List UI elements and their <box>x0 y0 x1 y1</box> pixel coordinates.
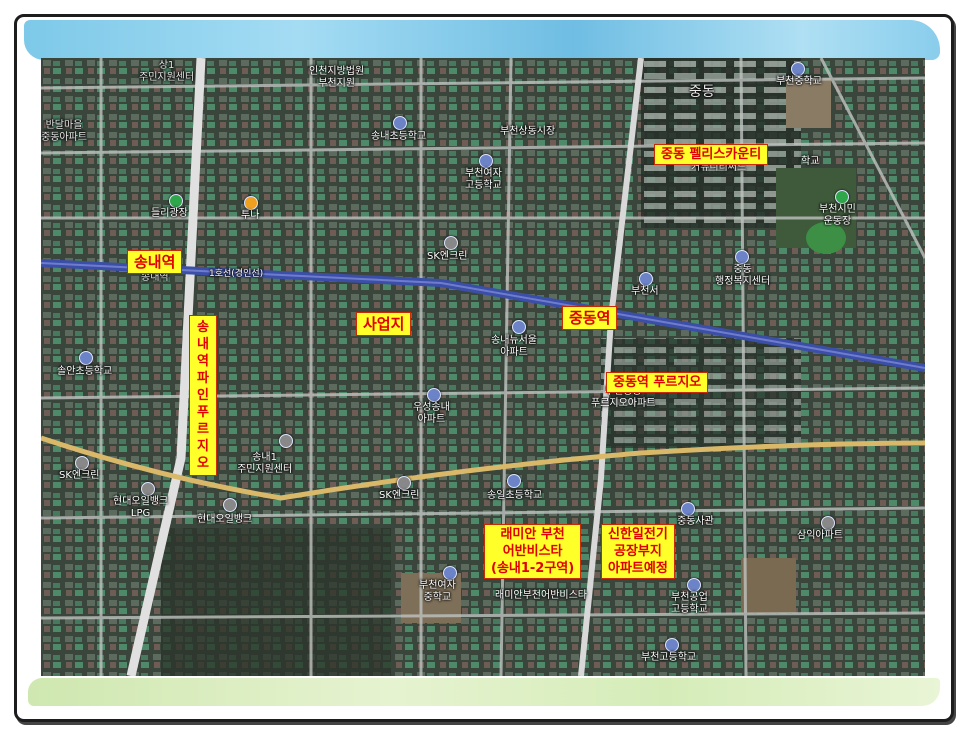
label-songnae1-center: 송내1 주민지원센터 <box>237 452 293 475</box>
label-sk-enclean-3: SK엔크린 <box>379 490 420 501</box>
label-sang1-center: 상1 주민지원센터 <box>139 60 195 83</box>
gas-station-pin-icon <box>75 456 89 470</box>
label-jungdong-admin: 중동 행정복지센터 <box>715 264 771 287</box>
label-samik-apt: 삼익아파트 <box>797 530 843 541</box>
school-pin-icon <box>443 566 457 580</box>
callout-songnae-station[interactable]: 송내역 <box>127 250 183 274</box>
label-woosung-songnae: 우성송내 아파트 <box>413 402 450 425</box>
label-sangdong-market: 부천상동시장 <box>500 126 556 137</box>
office-pin-icon <box>735 250 749 264</box>
school-pin-icon <box>393 116 407 130</box>
label-songan-elem: 솔안초등학교 <box>57 366 113 377</box>
satellite-map[interactable]: 상1 주민지원센터 인천지방법원 부천지원 반달마을 중동아파트 송내초등학교 … <box>41 58 925 676</box>
school-pin-icon <box>79 351 93 365</box>
callout-jungdong-prugio[interactable]: 중동역 푸르지오 <box>606 372 709 393</box>
school-pin-icon <box>687 578 701 592</box>
gas-station-pin-icon <box>141 482 155 496</box>
apartment-pin-icon <box>821 516 835 530</box>
label-bucheon-high: 부천고등학교 <box>641 652 697 663</box>
school-pin-icon <box>507 474 521 488</box>
callout-jungdong-station[interactable]: 중동역 <box>562 306 618 330</box>
label-jungdong-school: 학교 <box>801 156 820 167</box>
label-bucheonseo: 부천서 <box>631 286 659 297</box>
label-bucheon-tech-high: 부천공업 고등학교 <box>671 592 708 615</box>
label-bucheon-girls-mid: 부천여자 중학교 <box>419 580 456 603</box>
label-jungdong: 중동 <box>689 84 715 100</box>
building-pin-icon <box>681 502 695 516</box>
label-songnae-newseoul: 송내뉴서울 아파트 <box>491 335 537 358</box>
police-pin-icon <box>639 272 653 286</box>
label-bucheon-girls-high: 부천여자 고등학교 <box>465 168 502 191</box>
label-sk-enclean-2: SK엔크린 <box>59 470 100 481</box>
school-pin-icon <box>479 154 493 168</box>
label-raemian-small: 래미안부천어반비스타 <box>495 590 587 601</box>
label-incheon-court: 인천지방법원 부천지원 <box>309 66 365 89</box>
callout-songnae-prugio[interactable]: 송 내 역 파 인 푸 르 지 오 <box>189 315 217 476</box>
park-pin-icon <box>169 194 183 208</box>
label-jung-building: 중동사관 <box>677 516 714 527</box>
apartment-pin-icon <box>427 388 441 402</box>
callout-raemian[interactable]: 래미안 부천 어반비스타 (송내1-2구역) <box>484 524 582 579</box>
callout-saeopji[interactable]: 사업지 <box>356 312 412 336</box>
stadium-pin-icon <box>835 190 849 204</box>
label-citizen-stadium: 부천시민 운동장 <box>819 204 856 227</box>
gas-station-pin-icon <box>397 476 411 490</box>
top-brush-stroke <box>24 20 940 60</box>
label-sk-enclean-1: SK엔크린 <box>427 251 468 262</box>
callout-shinhan[interactable]: 신한일전기 공장부지 아파트예정 <box>601 524 675 579</box>
map-background <box>41 58 925 676</box>
label-banhamaeul: 반달마을 중동아파트 <box>41 120 87 143</box>
label-hyundai-oilbank: 현대오일뱅크 <box>197 514 253 525</box>
gas-station-pin-icon <box>223 498 237 512</box>
label-songil-elem: 송일초등학교 <box>487 490 543 501</box>
school-pin-icon <box>665 638 679 652</box>
label-tuna: 투나 <box>241 210 260 221</box>
label-line1: 1호선(경인선) <box>209 269 264 279</box>
label-songnae-elem: 송내초등학교 <box>371 131 427 142</box>
gas-station-pin-icon <box>444 236 458 250</box>
office-pin-icon <box>279 434 293 448</box>
label-bucheon-mid-school: 부천중학교 <box>776 76 822 87</box>
callout-jungdong-palace[interactable]: 중동 펠리스카운티 <box>654 144 769 165</box>
apartment-pin-icon <box>512 320 526 334</box>
bottom-brush-stroke <box>28 678 940 706</box>
label-dolri-plaza: 들리광장 <box>151 208 188 219</box>
label-hyundai-lpg: 현대오일뱅크 LPG <box>113 496 169 519</box>
shop-pin-icon <box>244 196 258 210</box>
school-pin-icon <box>791 62 805 76</box>
